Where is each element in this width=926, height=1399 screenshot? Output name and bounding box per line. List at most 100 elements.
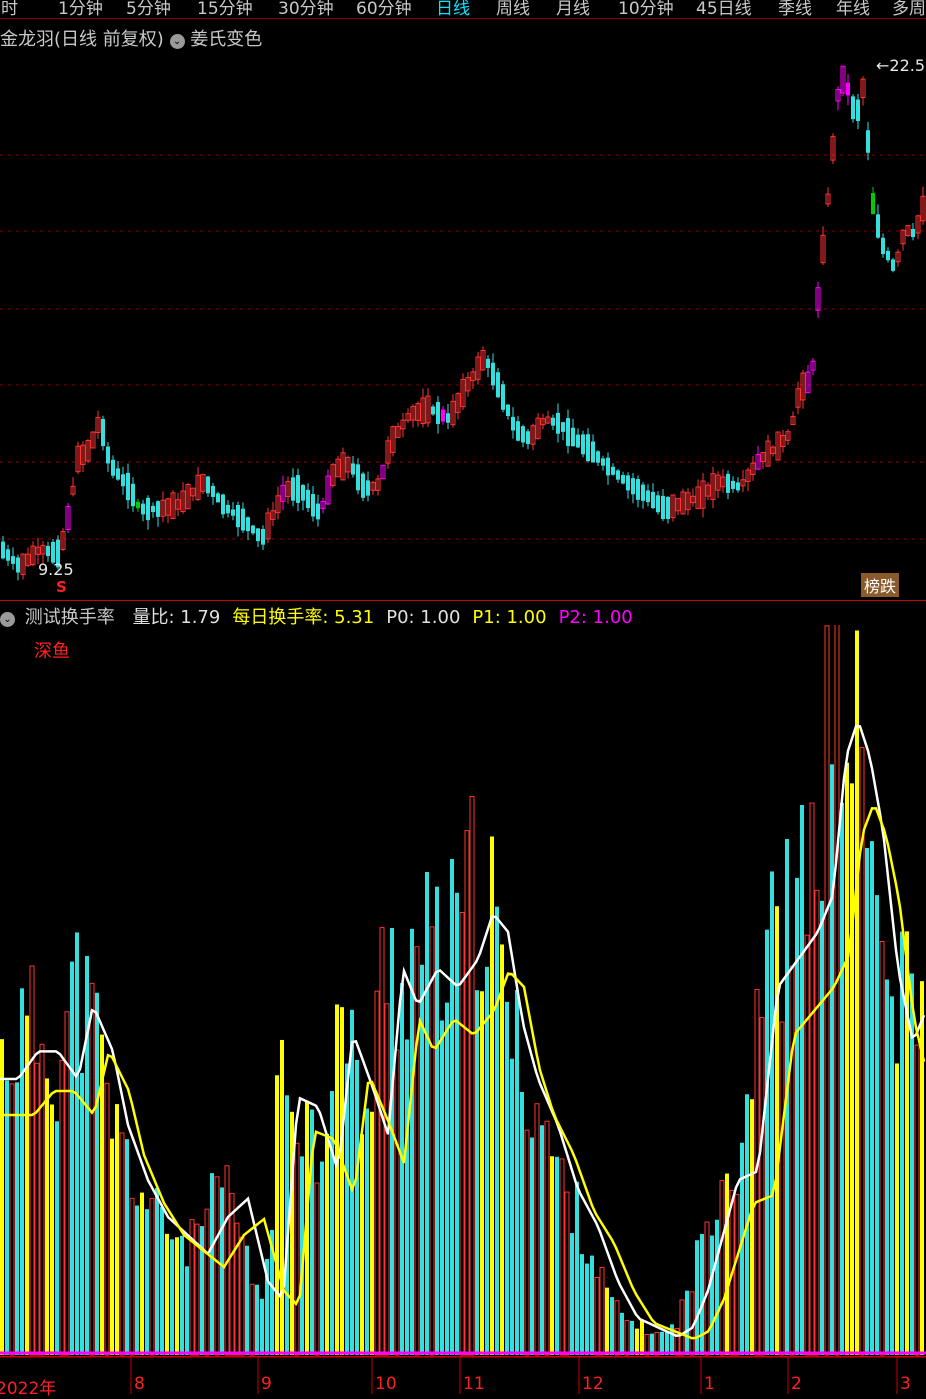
- turnover-bar: [5, 1080, 9, 1355]
- turnover-bar: [260, 1298, 264, 1355]
- turnover-bar: [534, 1103, 540, 1356]
- turnover-bar: [814, 889, 820, 1356]
- turnover-bar: [15, 1082, 19, 1355]
- turnover-bar: [575, 1181, 579, 1355]
- turnover-bar: [570, 1233, 574, 1355]
- turnover-bar: [214, 1176, 220, 1356]
- turnover-bar: [824, 625, 830, 1356]
- turnover-bar: [834, 625, 840, 1356]
- turnover-bar: [770, 871, 774, 1355]
- turnover-bar: [80, 1072, 84, 1355]
- turnover-chart[interactable]: [0, 625, 926, 1360]
- turnover-bar: [594, 1277, 600, 1356]
- date-axis: 2022年 8 9 10 11 12 1 2 3: [0, 1374, 926, 1399]
- period-tab[interactable]: 月线: [556, 0, 590, 18]
- turnover-bar: [905, 931, 909, 1355]
- turnover-bar: [599, 1267, 605, 1356]
- turnover-bar: [320, 1161, 324, 1355]
- turnover-bar: [360, 1134, 364, 1355]
- date-tick-label: 10: [375, 1374, 397, 1394]
- turnover-bar: [555, 1156, 559, 1355]
- date-tick-label: 9: [261, 1374, 272, 1394]
- period-tab[interactable]: 15分钟: [197, 0, 253, 18]
- ranking-badge[interactable]: 榜跌: [861, 573, 900, 597]
- turnover-bar: [50, 1104, 54, 1355]
- period-tab[interactable]: 45日线: [696, 0, 752, 18]
- turnover-bar: [510, 1058, 514, 1355]
- turnover-bar: [59, 1059, 65, 1356]
- period-tab[interactable]: 周线: [496, 0, 530, 18]
- turnover-bar: [115, 1104, 119, 1355]
- turnover-bar: [750, 1099, 754, 1355]
- turnover-bar: [480, 991, 484, 1355]
- period-tab[interactable]: 季线: [778, 0, 812, 18]
- period-tab[interactable]: 30分钟: [278, 0, 334, 18]
- period-tab[interactable]: 多周: [892, 0, 926, 18]
- turnover-bar: [845, 762, 849, 1355]
- turnover-bar: [865, 847, 869, 1355]
- turnover-bar: [390, 927, 394, 1355]
- turnover-bar: [530, 1137, 534, 1355]
- period-tab[interactable]: 分时: [0, 0, 18, 18]
- turnover-bar: [914, 1044, 920, 1356]
- turnover-bar: [725, 1173, 729, 1355]
- turnover-bar: [239, 1236, 245, 1356]
- period-tab[interactable]: 年线: [836, 0, 870, 18]
- turnover-bar: [340, 1007, 344, 1355]
- turnover-bar: [425, 871, 429, 1355]
- turnover-bar: [895, 1063, 899, 1355]
- turnover-bar: [394, 1049, 400, 1356]
- date-tick-label: 8: [134, 1374, 145, 1394]
- turnover-bar: [464, 830, 470, 1356]
- period-tab[interactable]: 10分钟: [618, 0, 674, 18]
- high-price-label: ←22.59: [876, 56, 926, 75]
- turnover-bar: [455, 892, 459, 1355]
- turnover-bar: [429, 926, 435, 1356]
- turnover-bar: [20, 988, 24, 1355]
- turnover-bar: [379, 927, 385, 1356]
- turnover-bar: [590, 1255, 594, 1355]
- turnover-bar: [70, 961, 74, 1355]
- panel-divider: [0, 600, 926, 601]
- turnover-bar: [110, 1138, 114, 1355]
- turnover-bar: [170, 1239, 174, 1355]
- turnover-bar: [104, 1082, 110, 1356]
- turnover-bar: [330, 1091, 334, 1355]
- turnover-bar: [710, 1235, 714, 1355]
- candlestick-chart[interactable]: [0, 19, 926, 599]
- date-tick-label: 3: [900, 1374, 911, 1394]
- turnover-bar: [840, 802, 844, 1355]
- turnover-bar: [135, 1205, 139, 1355]
- turnover-bar: [800, 804, 804, 1355]
- turnover-bar: [550, 1156, 554, 1355]
- period-tab[interactable]: 5分钟: [126, 0, 171, 18]
- turnover-bar: [879, 941, 885, 1356]
- turnover-bar: [830, 764, 834, 1355]
- turnover-bar: [620, 1312, 624, 1355]
- turnover-bar: [734, 1194, 740, 1356]
- period-tab[interactable]: 1分钟: [58, 0, 103, 18]
- turnover-bar: [640, 1320, 644, 1355]
- turnover-bar: [635, 1328, 639, 1355]
- turnover-bar: [440, 1020, 444, 1355]
- turnover-bar: [585, 1263, 589, 1355]
- period-tab[interactable]: 60分钟: [356, 0, 412, 18]
- turnover-bar: [175, 1237, 179, 1355]
- turnover-bar: [855, 630, 859, 1355]
- period-tab[interactable]: 日线: [436, 0, 470, 18]
- turnover-bar: [544, 1120, 550, 1356]
- turnover-bar: [125, 1139, 129, 1355]
- turnover-bar: [165, 1233, 169, 1355]
- turnover-bar: [624, 1320, 630, 1356]
- turnover-bar: [255, 1284, 259, 1355]
- turnover-bar: [314, 1182, 320, 1356]
- sell-signal-marker: S: [56, 578, 67, 596]
- turnover-bar: [39, 1043, 45, 1356]
- turnover-bar: [779, 1021, 785, 1356]
- turnover-bar: [335, 1004, 339, 1355]
- date-tick-label: 2: [791, 1374, 802, 1394]
- date-tick-label: 1: [704, 1374, 715, 1394]
- turnover-bar: [355, 1059, 359, 1355]
- turnover-bar: [610, 1297, 614, 1355]
- turnover-bar: [469, 795, 475, 1356]
